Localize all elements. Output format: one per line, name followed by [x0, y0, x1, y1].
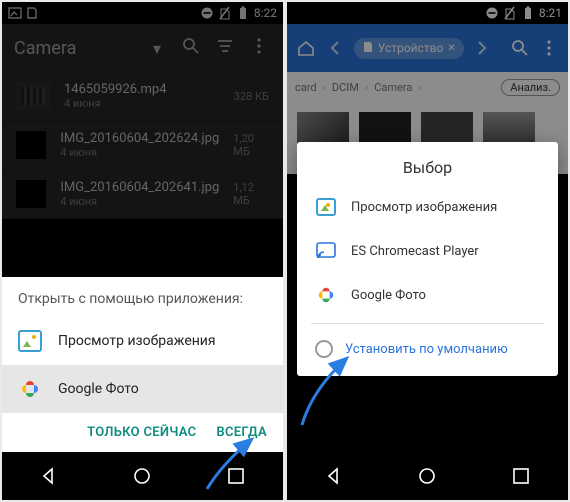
recents-nav-icon[interactable]	[510, 465, 532, 487]
open-with-option[interactable]: Google Фото	[2, 365, 283, 413]
divider	[311, 323, 544, 324]
always-button[interactable]: ВСЕГДА	[216, 425, 267, 440]
recents-nav-icon[interactable]	[225, 465, 247, 487]
option-label: Google Фото	[351, 288, 426, 303]
back-nav-icon[interactable]	[323, 465, 345, 487]
radio-unchecked-icon[interactable]	[315, 340, 333, 358]
sheet-actions: ТОЛЬКО СЕЙЧАС ВСЕГДА	[2, 413, 283, 452]
chooser-option[interactable]: Google Фото	[297, 273, 558, 317]
gallery-icon	[18, 329, 42, 353]
just-once-button[interactable]: ТОЛЬКО СЕЙЧАС	[87, 425, 196, 440]
chooser-option[interactable]: ES Chromecast Player	[297, 229, 558, 273]
nav-bar	[2, 452, 283, 500]
chromecast-icon	[315, 240, 337, 262]
open-with-sheet: Открыть с помощью приложения: Просмотр и…	[2, 277, 283, 452]
chooser-dialog: Выбор Просмотр изображения ES Chromecast…	[297, 142, 558, 376]
set-default-label: Установить по умолчанию	[345, 342, 508, 357]
dialog-title: Выбор	[297, 142, 558, 185]
back-nav-icon[interactable]	[38, 465, 60, 487]
set-default-row[interactable]: Установить по умолчанию	[297, 330, 558, 368]
option-label: ES Chromecast Player	[351, 244, 479, 259]
home-nav-icon[interactable]	[131, 465, 153, 487]
sheet-title: Открыть с помощью приложения:	[2, 277, 283, 317]
home-nav-icon[interactable]	[416, 465, 438, 487]
gallery-icon	[315, 196, 337, 218]
google-photos-icon	[315, 284, 337, 306]
option-label: Google Фото	[58, 381, 139, 397]
nav-bar	[287, 452, 568, 500]
chooser-option[interactable]: Просмотр изображения	[297, 185, 558, 229]
open-with-option[interactable]: Просмотр изображения	[2, 317, 283, 365]
right-phone: 8:21 Устройство ✕ card › DCIM › Camera ›…	[287, 2, 568, 500]
google-photos-icon	[18, 377, 42, 401]
option-label: Просмотр изображения	[351, 200, 497, 215]
left-phone: 8:22 Camera ▾ 1465059926.mp4 4 июня 328 …	[2, 2, 283, 500]
option-label: Просмотр изображения	[58, 333, 216, 349]
